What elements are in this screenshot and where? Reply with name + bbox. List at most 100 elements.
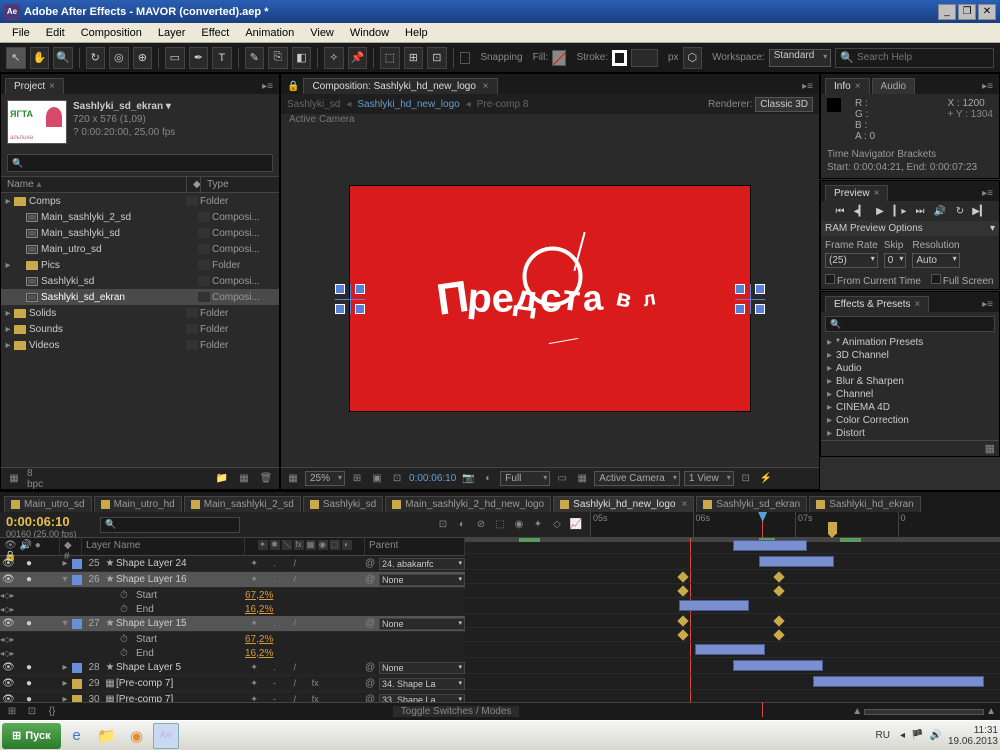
interpret-icon[interactable]: ▦ bbox=[5, 471, 23, 487]
world-axis-icon[interactable]: ⊞ bbox=[404, 47, 424, 69]
layer-row[interactable]: 👁●▸30▦[Pre-comp 7]✦-/fx@33. Shape La bbox=[0, 692, 465, 702]
timeline-tab[interactable]: Sashlyki_sd bbox=[303, 496, 383, 512]
play-button[interactable]: ▶ bbox=[871, 203, 889, 219]
toggle-switches-modes[interactable]: Toggle Switches / Modes bbox=[393, 706, 520, 717]
search-help[interactable]: 🔍 bbox=[835, 48, 994, 68]
layer-bar[interactable] bbox=[759, 556, 834, 567]
keyframe-nav[interactable]: ◂◇▸ bbox=[0, 605, 24, 614]
wmp-icon[interactable]: ◉ bbox=[123, 723, 151, 749]
transparency-icon[interactable]: ▦ bbox=[574, 472, 590, 486]
frame-blend-icon[interactable]: ⬚ bbox=[492, 517, 508, 533]
keyframe[interactable] bbox=[677, 571, 688, 582]
visibility-toggle[interactable]: 👁 bbox=[2, 662, 14, 673]
project-item[interactable]: Sashlyki_sd_ekranComposi... bbox=[1, 289, 279, 305]
effects-category[interactable]: CINEMA 4D bbox=[821, 401, 999, 414]
bpc-button[interactable]: 8 bpc bbox=[27, 471, 45, 487]
col-label-icon[interactable]: ◆ bbox=[186, 177, 200, 192]
effects-tab[interactable]: Effects & Presets× bbox=[825, 296, 929, 312]
graph-editor-icon[interactable]: 📈 bbox=[568, 517, 584, 533]
view-axis-icon[interactable]: ⊡ bbox=[427, 47, 447, 69]
project-item[interactable]: Main_sashlyki_sdComposi... bbox=[1, 225, 279, 241]
menu-file[interactable]: File bbox=[4, 25, 38, 41]
layer-label[interactable] bbox=[72, 679, 82, 689]
search-input[interactable] bbox=[857, 52, 989, 63]
layer-row[interactable]: 👁●▸28★Shape Layer 5✦./@None bbox=[0, 660, 465, 676]
project-item[interactable]: ▸VideosFolder bbox=[1, 337, 279, 353]
loop-button[interactable]: ↻ bbox=[951, 203, 969, 219]
layer-bar[interactable] bbox=[733, 660, 824, 671]
zoom-dropdown[interactable]: 25% bbox=[305, 471, 345, 486]
pickwhip-icon[interactable]: @ bbox=[365, 694, 379, 702]
property-row[interactable]: ◂◇▸⏱Start67,2% bbox=[0, 588, 465, 602]
property-track[interactable] bbox=[465, 628, 1000, 642]
effects-category[interactable]: Audio bbox=[821, 362, 999, 375]
fast-preview-icon[interactable]: ⚡ bbox=[758, 472, 774, 486]
layer-label[interactable] bbox=[72, 619, 82, 629]
layer-track[interactable] bbox=[465, 674, 1000, 690]
new-bin-icon[interactable]: ▦ bbox=[985, 442, 995, 455]
keyframe[interactable] bbox=[774, 615, 785, 626]
resolution-dropdown[interactable]: Auto bbox=[912, 253, 959, 268]
effects-category[interactable]: Color Correction bbox=[821, 414, 999, 427]
zoom-in-icon[interactable]: ▲ bbox=[986, 706, 996, 717]
panel-menu-icon[interactable]: ▸≡ bbox=[800, 79, 815, 94]
frame-rate-dropdown[interactable]: (25) bbox=[825, 253, 878, 268]
tray-time[interactable]: 11:31 bbox=[948, 725, 998, 736]
last-frame-button[interactable]: ⏭ bbox=[911, 203, 929, 219]
skip-dropdown[interactable]: 0 bbox=[884, 253, 907, 268]
toggle-switches-icon[interactable]: ⊡ bbox=[24, 705, 40, 719]
views-dropdown[interactable]: 1 View bbox=[684, 471, 734, 486]
pixel-aspect-icon[interactable]: ⊡ bbox=[738, 472, 754, 486]
renderer-dropdown[interactable]: Classic 3D bbox=[755, 97, 813, 112]
stopwatch-icon[interactable]: ⏱ bbox=[120, 634, 132, 645]
pickwhip-icon[interactable]: @ bbox=[365, 678, 379, 689]
parent-dropdown[interactable]: None bbox=[379, 618, 465, 630]
menu-help[interactable]: Help bbox=[397, 25, 436, 41]
timeline-tab[interactable]: Main_utro_hd bbox=[94, 496, 182, 512]
brainstorm-icon[interactable]: ✦ bbox=[530, 517, 546, 533]
tray-flag-icon[interactable]: 🏴 bbox=[911, 730, 923, 741]
after-effects-taskbar[interactable]: Ae bbox=[153, 723, 179, 749]
layer-label[interactable] bbox=[72, 575, 82, 585]
col-name[interactable]: Name ▴ bbox=[1, 177, 186, 192]
panel-menu-icon[interactable]: ▸≡ bbox=[980, 186, 995, 201]
keyframe[interactable] bbox=[677, 629, 688, 640]
label-swatch[interactable] bbox=[198, 276, 210, 286]
next-frame-button[interactable]: ▎▸ bbox=[891, 203, 909, 219]
menu-animation[interactable]: Animation bbox=[237, 25, 302, 41]
pickwhip-icon[interactable]: @ bbox=[365, 662, 379, 673]
ram-preview-header[interactable]: RAM Preview Options▾ bbox=[821, 221, 999, 236]
magnify-icon[interactable]: ▦ bbox=[285, 472, 301, 486]
resolution-icon[interactable]: ⊞ bbox=[349, 472, 365, 486]
project-item[interactable]: ▸PicsFolder bbox=[1, 257, 279, 273]
from-current-checkbox[interactable] bbox=[825, 274, 835, 284]
new-comp-icon[interactable]: ▦ bbox=[235, 471, 253, 487]
first-frame-button[interactable]: ⏮ bbox=[831, 203, 849, 219]
snapshot-icon[interactable]: 📷 bbox=[460, 472, 476, 486]
comp-lock-icon[interactable]: 🔒 bbox=[285, 79, 301, 94]
visibility-toggle[interactable]: 👁 bbox=[2, 678, 14, 689]
label-swatch[interactable] bbox=[186, 308, 198, 318]
layer-label[interactable] bbox=[72, 663, 82, 673]
keyframe-nav[interactable]: ◂◇▸ bbox=[0, 635, 24, 644]
mute-button[interactable]: 🔊 bbox=[931, 203, 949, 219]
hand-tool[interactable]: ✋ bbox=[30, 47, 50, 69]
puppet-tool[interactable]: 📌 bbox=[348, 47, 368, 69]
keyframe[interactable] bbox=[774, 571, 785, 582]
panel-menu-icon[interactable]: ▸≡ bbox=[980, 79, 995, 94]
keyframe[interactable] bbox=[677, 585, 688, 596]
explorer-icon[interactable]: 📁 bbox=[93, 723, 121, 749]
tray-volume-icon[interactable]: 🔊 bbox=[929, 730, 941, 741]
label-swatch[interactable] bbox=[186, 340, 198, 350]
layer-name-header[interactable]: Layer Name bbox=[82, 538, 245, 555]
keyframe[interactable] bbox=[677, 615, 688, 626]
visibility-toggle[interactable]: 👁 bbox=[2, 618, 14, 629]
stopwatch-icon[interactable]: ⏱ bbox=[120, 648, 132, 659]
panel-menu-icon[interactable]: ▸≡ bbox=[980, 297, 995, 312]
time-ruler[interactable]: 05s 06s 07s 0 bbox=[590, 512, 1000, 537]
fill-swatch[interactable] bbox=[552, 50, 566, 66]
visibility-toggle[interactable]: 👁 bbox=[2, 694, 14, 702]
shape-tool[interactable]: ▭ bbox=[165, 47, 185, 69]
menu-window[interactable]: Window bbox=[342, 25, 397, 41]
project-item[interactable]: Main_sashlyki_2_sdComposi... bbox=[1, 209, 279, 225]
